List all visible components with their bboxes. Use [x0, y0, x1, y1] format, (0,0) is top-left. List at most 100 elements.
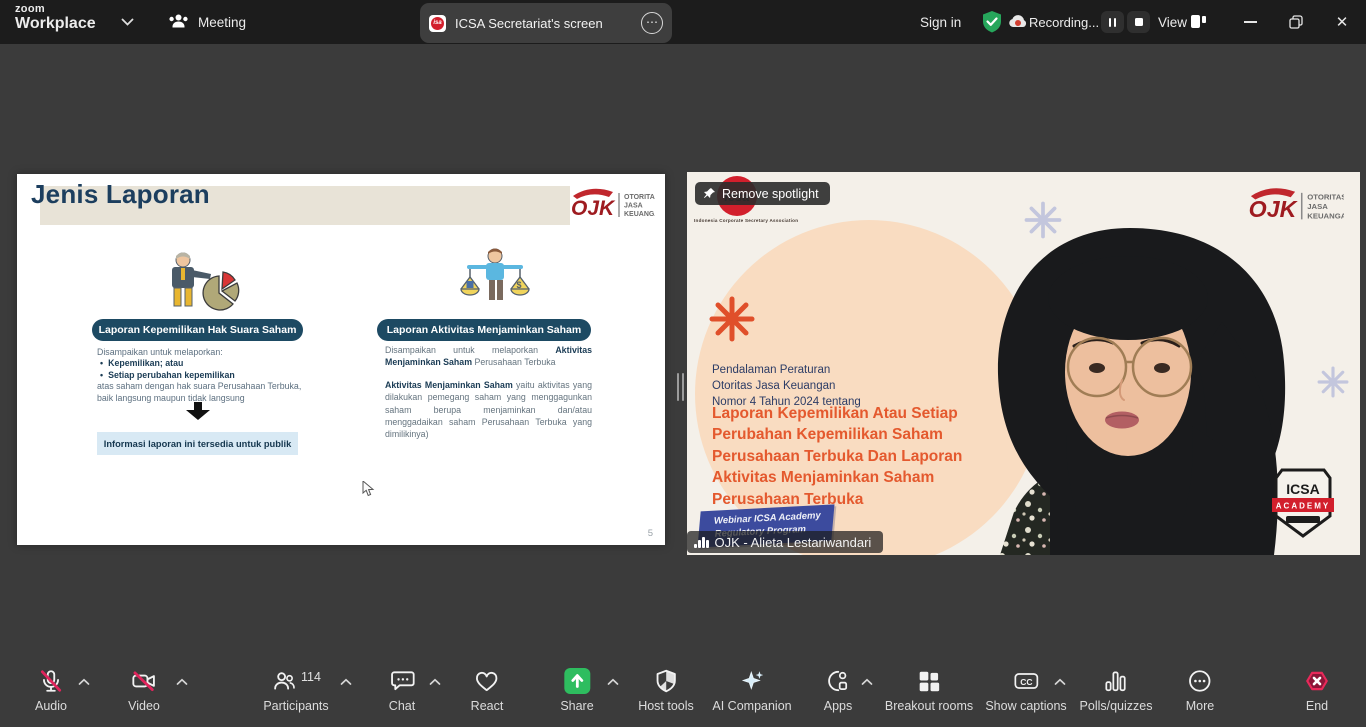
left-column-text: Disampaikan untuk melaporkan: •Kepemilik…	[97, 347, 309, 404]
polls-label: Polls/quizzes	[1080, 699, 1153, 713]
apps-button[interactable]: Apps	[824, 668, 853, 713]
participants-count: 114	[301, 670, 321, 684]
chat-options-chevron-icon[interactable]	[429, 678, 441, 686]
participants-button[interactable]: 114 Participants	[263, 668, 328, 713]
breakout-rooms-button[interactable]: Breakout rooms	[885, 668, 973, 713]
pill-laporan-aktivitas: Laporan Aktivitas Menjaminkan Saham	[377, 319, 591, 341]
apps-icon	[825, 668, 851, 694]
right-column-text: Disampaikan untuk melaporkan Aktivitas M…	[385, 344, 592, 440]
left-bullet-1: •Kepemilikan; atau	[97, 358, 309, 369]
heart-icon	[474, 668, 500, 694]
ai-companion-button[interactable]: AI Companion	[712, 668, 791, 713]
security-shield-icon[interactable]	[981, 10, 1003, 34]
share-screen-icon	[564, 668, 590, 694]
pin-icon	[703, 187, 716, 200]
chevron-down-icon[interactable]	[121, 18, 134, 26]
svg-text:$: $	[517, 280, 522, 290]
people-icon	[168, 13, 189, 31]
svg-text:ACADEMY: ACADEMY	[1276, 502, 1330, 511]
restore-button[interactable]	[1275, 0, 1317, 44]
speaker-video-tile: icsa Indonesia Corporate Secretary Assoc…	[687, 172, 1360, 555]
tab-meeting[interactable]: Meeting	[168, 0, 246, 44]
breakout-rooms-grid-icon	[916, 668, 942, 694]
video-label: Video	[128, 699, 160, 713]
top-bar: zoom Workplace Meeting isa ICSA Secretar…	[0, 0, 1366, 44]
pledge-illustration: $	[453, 247, 537, 313]
right-paragraph-1: Disampaikan untuk melaporkan Aktivitas M…	[385, 344, 592, 368]
slide-page-number: 5	[648, 528, 653, 539]
remote-mouse-cursor	[362, 481, 376, 497]
participants-label: Participants	[263, 699, 328, 713]
microphone-muted-icon	[38, 668, 64, 694]
participants-options-chevron-icon[interactable]	[340, 678, 352, 686]
view-button[interactable]: View	[1158, 0, 1187, 44]
svg-text:ICSA: ICSA	[1286, 481, 1319, 497]
end-meeting-icon	[1304, 668, 1330, 694]
ai-companion-label: AI Companion	[712, 699, 791, 713]
svg-text:OJK: OJK	[571, 197, 616, 220]
shared-screen-slide: Jenis Laporan OJK OTORITAS JASA KEUANGAN	[17, 174, 665, 545]
restore-icon	[1289, 15, 1303, 29]
slide-title: Jenis Laporan	[31, 179, 210, 210]
polls-button[interactable]: Polls/quizzes	[1080, 668, 1153, 713]
audio-label: Audio	[35, 699, 67, 713]
video-button[interactable]: Video	[128, 668, 160, 713]
svg-text:JASA: JASA	[624, 203, 643, 210]
chat-label: Chat	[389, 699, 415, 713]
left-outro: atas saham dengan hak suara Perusahaan T…	[97, 381, 309, 404]
more-button[interactable]: More	[1186, 668, 1214, 713]
svg-text:KEUANGAN: KEUANGAN	[624, 211, 655, 218]
host-tools-shield-icon	[653, 668, 679, 694]
webinar-heading: Laporan Kepemilikan Atau Setiap Perubaha…	[712, 403, 986, 510]
view-layout-icon[interactable]	[1191, 15, 1206, 28]
left-bullet-2: •Setiap perubahan kepemilikan	[97, 370, 309, 381]
audio-button[interactable]: Audio	[35, 668, 67, 713]
tab-options-icon[interactable]: ⋯	[641, 12, 663, 34]
panel-resize-handle[interactable]	[677, 373, 684, 401]
pause-recording-button[interactable]	[1101, 11, 1124, 33]
icsa-academy-badge: ICSA ACADEMY	[1272, 464, 1334, 540]
chat-button[interactable]: Chat	[389, 668, 415, 713]
share-options-chevron-icon[interactable]	[607, 678, 619, 686]
host-tools-label: Host tools	[638, 699, 694, 713]
tab-shared-screen[interactable]: isa ICSA Secretariat's screen ⋯	[420, 3, 672, 43]
svg-text:CC: CC	[1020, 677, 1032, 687]
captions-options-chevron-icon[interactable]	[1054, 678, 1066, 686]
public-info-box: Informasi laporan ini tersedia untuk pub…	[97, 432, 298, 455]
more-ellipsis-icon	[1187, 668, 1213, 694]
ownership-illustration	[159, 250, 243, 314]
stop-recording-button[interactable]	[1127, 11, 1150, 33]
right-paragraph-2: Aktivitas Menjaminkan Saham yaitu aktivi…	[385, 379, 592, 440]
react-button[interactable]: React	[471, 668, 504, 713]
asterisk-decoration	[709, 296, 755, 342]
host-tools-button[interactable]: Host tools	[638, 668, 694, 713]
tab-meeting-label: Meeting	[198, 15, 246, 30]
close-button[interactable]: ✕	[1321, 0, 1363, 44]
end-meeting-button[interactable]: End	[1304, 668, 1330, 713]
show-captions-button[interactable]: CC Show captions	[985, 668, 1066, 713]
left-intro: Disampaikan untuk melaporkan:	[97, 347, 309, 358]
share-button[interactable]: Share	[560, 668, 593, 713]
meeting-controls: Audio Video 114 Participants Chat React	[0, 660, 1366, 727]
svg-text:JASA: JASA	[1307, 202, 1328, 211]
camera-off-icon	[131, 668, 158, 694]
svg-text:OTORITAS: OTORITAS	[624, 194, 655, 201]
recording-status-label: Recording...	[1029, 0, 1099, 44]
react-label: React	[471, 699, 504, 713]
video-options-chevron-icon[interactable]	[176, 678, 188, 686]
sign-in-button[interactable]: Sign in	[920, 0, 961, 44]
more-label: More	[1186, 699, 1214, 713]
pill-laporan-kepemilikan: Laporan Kepemilikan Hak Suara Saham	[92, 319, 303, 341]
captions-icon: CC	[1012, 668, 1040, 694]
audio-level-icon	[694, 537, 709, 548]
minimize-button[interactable]	[1229, 0, 1271, 44]
tab-shared-screen-label: ICSA Secretariat's screen	[455, 16, 632, 31]
svg-text:OTORITAS: OTORITAS	[1307, 192, 1344, 201]
end-label: End	[1306, 699, 1328, 713]
logo-line-zoom: zoom	[15, 4, 96, 16]
remove-spotlight-button[interactable]: Remove spotlight	[695, 182, 830, 205]
audio-options-chevron-icon[interactable]	[78, 678, 90, 686]
cloud-recording-icon	[1008, 13, 1028, 29]
apps-options-chevron-icon[interactable]	[861, 678, 873, 686]
breakout-rooms-label: Breakout rooms	[885, 699, 973, 713]
